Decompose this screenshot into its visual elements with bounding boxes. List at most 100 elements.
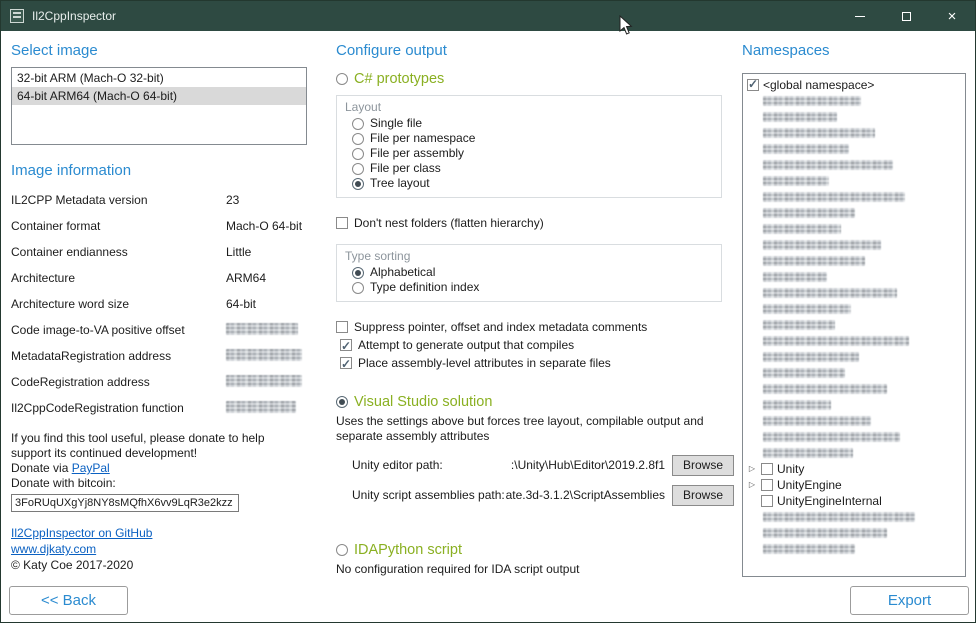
namespace-item-redacted[interactable]	[747, 509, 961, 525]
namespace-item-redacted[interactable]	[747, 157, 961, 173]
compilable-output-checkbox-row[interactable]: Attempt to generate output that compiles	[340, 336, 734, 354]
idapython-section: IDAPython script No configuration requir…	[336, 542, 734, 577]
visual-studio-description: Uses the settings above but forces tree …	[336, 414, 728, 444]
namespace-item-redacted[interactable]	[747, 221, 961, 237]
namespace-item-redacted[interactable]	[747, 237, 961, 253]
namespace-item-redacted[interactable]	[747, 205, 961, 221]
sorting-option-type-definition-index[interactable]: Type definition index	[345, 280, 713, 295]
unity-script-assemblies-path-row: Unity script assemblies path: ate.3d-3.1…	[336, 484, 734, 506]
namespace-item-unityengineinternal[interactable]: UnityEngineInternal	[747, 493, 961, 509]
radio-icon	[352, 282, 364, 294]
visual-studio-radio[interactable]	[336, 396, 348, 408]
unity-editor-path-row: Unity editor path: :\Unity\Hub\Editor\20…	[336, 454, 734, 476]
maximize-button[interactable]	[883, 1, 929, 31]
browse-assemblies-button[interactable]: Browse	[672, 485, 734, 506]
checkbox-icon	[336, 321, 348, 333]
namespace-item-redacted[interactable]	[747, 541, 961, 557]
info-row: Architecture word size64-bit	[11, 297, 307, 323]
info-row: IL2CPP Metadata version23	[11, 193, 307, 219]
redacted-label	[763, 272, 827, 282]
namespaces-panel: Namespaces <global namespace> ▷ Unity ▷ …	[742, 41, 966, 577]
back-button[interactable]: << Back	[9, 586, 128, 615]
bitcoin-address-input[interactable]	[11, 494, 239, 512]
layout-option-file-per-class[interactable]: File per class	[345, 161, 713, 176]
namespace-item-redacted[interactable]	[747, 397, 961, 413]
redacted-label	[763, 352, 859, 362]
namespace-item-redacted[interactable]	[747, 525, 961, 541]
image-option-64bit-arm64[interactable]: 64-bit ARM64 (Mach-O 64-bit)	[12, 87, 306, 105]
namespaces-list[interactable]: <global namespace> ▷ Unity ▷ UnityEngine…	[742, 73, 966, 577]
idapython-label: IDAPython script	[354, 542, 462, 558]
info-row: Il2CppCodeRegistration function	[11, 401, 307, 427]
namespace-item-redacted[interactable]	[747, 381, 961, 397]
csharp-prototypes-option[interactable]: C# prototypes	[336, 71, 734, 87]
unity-script-assemblies-value[interactable]: ate.3d-3.1.2\ScriptAssemblies	[505, 488, 672, 502]
redacted-label	[763, 336, 909, 346]
namespace-item-redacted[interactable]	[747, 445, 961, 461]
redacted-label	[763, 160, 893, 170]
visual-studio-option[interactable]: Visual Studio solution	[336, 394, 734, 410]
checkbox-icon[interactable]	[761, 479, 773, 491]
info-row: Code image-to-VA positive offset	[11, 323, 307, 349]
redacted-label	[763, 112, 837, 122]
export-button[interactable]: Export	[850, 586, 969, 615]
idapython-radio[interactable]	[336, 544, 348, 556]
donate-text: If you find this tool useful, please don…	[11, 431, 307, 461]
checkbox-icon[interactable]	[761, 495, 773, 507]
namespace-item-unityengine[interactable]: ▷ UnityEngine	[747, 477, 961, 493]
close-button[interactable]: ×	[929, 1, 975, 31]
namespace-item-redacted[interactable]	[747, 253, 961, 269]
info-value: ARM64	[226, 271, 307, 285]
expander-icon[interactable]: ▷	[747, 461, 757, 477]
redacted-label	[763, 320, 835, 330]
namespace-item-redacted[interactable]	[747, 125, 961, 141]
browse-editor-button[interactable]: Browse	[672, 455, 734, 476]
namespace-item-redacted[interactable]	[747, 429, 961, 445]
namespace-item-unity[interactable]: ▷ Unity	[747, 461, 961, 477]
minimize-button[interactable]	[837, 1, 883, 31]
namespace-item-redacted[interactable]	[747, 93, 961, 109]
namespace-item-redacted[interactable]	[747, 285, 961, 301]
namespace-item-redacted[interactable]	[747, 173, 961, 189]
image-listbox[interactable]: 32-bit ARM (Mach-O 32-bit) 64-bit ARM64 …	[11, 67, 307, 145]
separate-attribute-files-checkbox-row[interactable]: Place assembly-level attributes in separ…	[340, 354, 734, 372]
donate-via-text: Donate via	[11, 461, 72, 475]
info-row: ArchitectureARM64	[11, 271, 307, 297]
layout-option-file-per-namespace[interactable]: File per namespace	[345, 131, 713, 146]
redacted-value	[226, 401, 296, 413]
footer-links: Il2CppInspector on GitHub www.djkaty.com…	[11, 525, 307, 573]
info-value: 64-bit	[226, 297, 307, 311]
image-option-32bit-arm[interactable]: 32-bit ARM (Mach-O 32-bit)	[12, 69, 306, 87]
namespace-item-redacted[interactable]	[747, 413, 961, 429]
namespace-item-redacted[interactable]	[747, 317, 961, 333]
flatten-hierarchy-checkbox-row[interactable]: Don't nest folders (flatten hierarchy)	[336, 214, 734, 232]
namespace-item-redacted[interactable]	[747, 301, 961, 317]
radio-icon	[352, 163, 364, 175]
namespace-item-redacted[interactable]	[747, 109, 961, 125]
redacted-label	[763, 128, 875, 138]
namespace-item-redacted[interactable]	[747, 333, 961, 349]
window-title: Il2CppInspector	[32, 9, 116, 23]
namespace-item-redacted[interactable]	[747, 349, 961, 365]
expander-icon[interactable]: ▷	[747, 477, 757, 493]
website-link[interactable]: www.djkaty.com	[11, 541, 307, 557]
checkbox-icon[interactable]	[761, 463, 773, 475]
suppress-metadata-comments-checkbox-row[interactable]: Suppress pointer, offset and index metad…	[336, 318, 734, 336]
unity-editor-path-value[interactable]: :\Unity\Hub\Editor\2019.2.8f1	[443, 458, 672, 472]
layout-option-file-per-assembly[interactable]: File per assembly	[345, 146, 713, 161]
idapython-option[interactable]: IDAPython script	[336, 542, 734, 558]
csharp-prototypes-radio[interactable]	[336, 73, 348, 85]
app-window: Il2CppInspector × Select image 32-bit AR…	[0, 0, 976, 623]
namespace-item-global[interactable]: <global namespace>	[747, 77, 961, 93]
namespace-item-redacted[interactable]	[747, 189, 961, 205]
layout-option-single-file[interactable]: Single file	[345, 116, 713, 131]
github-link[interactable]: Il2CppInspector on GitHub	[11, 525, 307, 541]
namespace-item-redacted[interactable]	[747, 269, 961, 285]
checkbox-icon[interactable]	[747, 79, 759, 91]
paypal-link[interactable]: PayPal	[72, 461, 110, 475]
layout-option-tree-layout[interactable]: Tree layout	[345, 176, 713, 191]
idapython-description: No configuration required for IDA script…	[336, 562, 734, 577]
namespace-item-redacted[interactable]	[747, 141, 961, 157]
sorting-option-alphabetical[interactable]: Alphabetical	[345, 265, 713, 280]
namespace-item-redacted[interactable]	[747, 365, 961, 381]
